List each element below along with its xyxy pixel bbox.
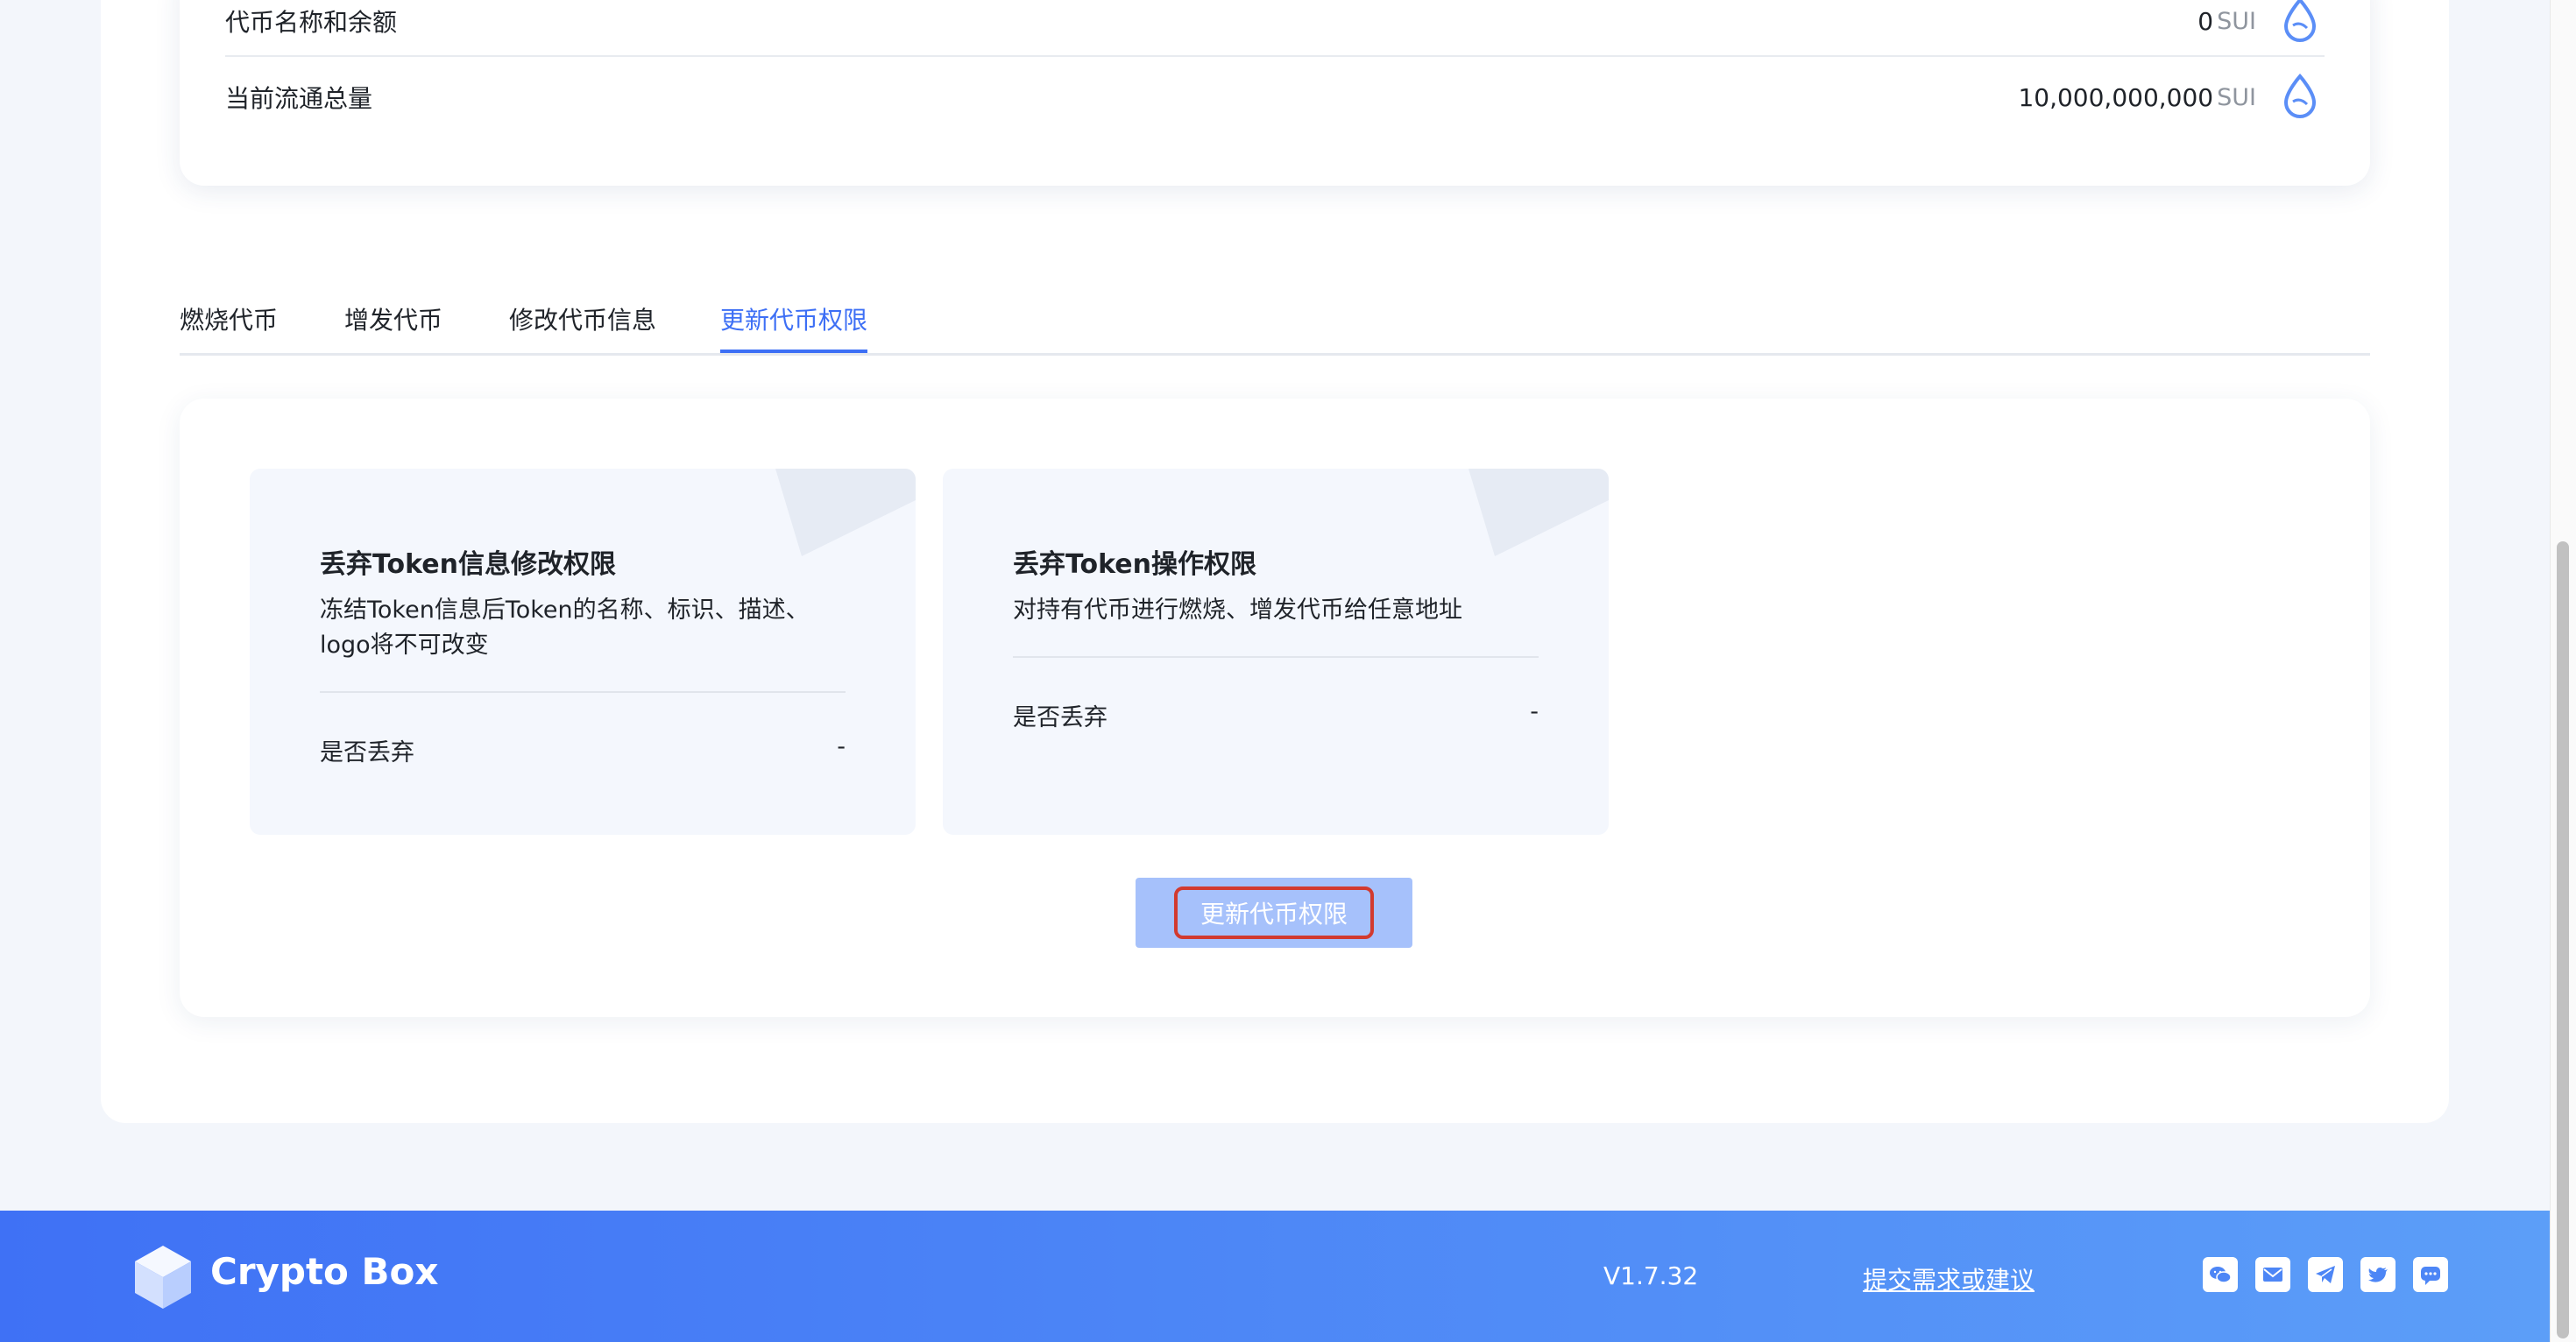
permission-description: 冻结Token信息后Token的名称、标识、描述、logo将不可改变 bbox=[320, 597, 810, 659]
circulating-supply-label: 当前流通总量 bbox=[225, 84, 373, 113]
mail-icon[interactable] bbox=[2255, 1257, 2290, 1292]
permission-description: 对持有代币进行燃烧、增发代币给任意地址 bbox=[1013, 597, 1462, 624]
discard-status-label: 是否丢弃 bbox=[1013, 704, 1108, 731]
app-version: V1.7.32 bbox=[1603, 1261, 1699, 1290]
card-corner-decoration bbox=[775, 469, 916, 556]
crypto-box-logo-icon bbox=[135, 1246, 191, 1309]
scrollbar-thumb[interactable] bbox=[2557, 541, 2569, 1338]
discard-status-value: - bbox=[1530, 698, 1539, 725]
update-permission-button-label: 更新代币权限 bbox=[1173, 886, 1374, 939]
sui-drop-icon bbox=[2283, 0, 2317, 42]
tab-mint-token[interactable]: 增发代币 bbox=[344, 289, 442, 353]
discard-status-row: 是否丢弃 - bbox=[1013, 698, 1539, 732]
circulating-supply-unit: SUI bbox=[2217, 83, 2256, 111]
circulating-supply-value: 10,000,000,000 bbox=[2018, 82, 2214, 112]
footer: Crypto Box V1.7.32 提交需求或建议 bbox=[0, 1211, 2550, 1342]
permission-title: 丢弃Token操作权限 bbox=[1013, 549, 1256, 580]
chat-icon[interactable] bbox=[2413, 1257, 2448, 1292]
permission-title: 丢弃Token信息修改权限 bbox=[320, 549, 616, 580]
token-balance-row: 代币名称和余额 0 SUI bbox=[225, 0, 2325, 57]
divider bbox=[1013, 656, 1539, 658]
circulating-supply-row: 当前流通总量 10,000,000,000 SUI bbox=[225, 62, 2325, 132]
token-balance-label: 代币名称和余额 bbox=[225, 8, 398, 37]
token-balance-unit: SUI bbox=[2217, 7, 2256, 35]
tab-edit-token-info[interactable]: 修改代币信息 bbox=[509, 289, 656, 353]
card-corner-decoration bbox=[1468, 469, 1609, 556]
tab-burn-token[interactable]: 燃烧代币 bbox=[180, 289, 278, 353]
feedback-link[interactable]: 提交需求或建议 bbox=[1863, 1261, 2035, 1296]
wechat-icon[interactable] bbox=[2203, 1257, 2238, 1292]
permission-card-operation[interactable]: 丢弃Token操作权限 对持有代币进行燃烧、增发代币给任意地址 是否丢弃 - bbox=[943, 469, 1609, 835]
permission-card-info[interactable]: 丢弃Token信息修改权限 冻结Token信息后Token的名称、标识、描述、l… bbox=[250, 469, 916, 835]
action-tabs: 燃烧代币 增发代币 修改代币信息 更新代币权限 bbox=[180, 272, 2370, 356]
telegram-icon[interactable] bbox=[2308, 1257, 2343, 1292]
brand-name: Crypto Box bbox=[210, 1250, 439, 1293]
discard-status-value: - bbox=[837, 733, 846, 760]
update-permission-button[interactable]: 更新代币权限 bbox=[1136, 878, 1412, 948]
divider bbox=[320, 691, 846, 693]
page: 代币名称和余额 0 SUI 当前流通总量 10,000,000,000 SUI bbox=[0, 0, 2576, 1342]
discard-status-row: 是否丢弃 - bbox=[320, 733, 846, 767]
token-info-card: 代币名称和余额 0 SUI 当前流通总量 10,000,000,000 SUI bbox=[180, 0, 2370, 186]
token-balance-value: 0 bbox=[2197, 6, 2214, 36]
discard-status-label: 是否丢弃 bbox=[320, 739, 414, 766]
tab-update-token-permission[interactable]: 更新代币权限 bbox=[720, 289, 868, 353]
sui-drop-icon bbox=[2283, 73, 2317, 118]
twitter-icon[interactable] bbox=[2360, 1257, 2396, 1292]
permission-panel: 丢弃Token信息修改权限 冻结Token信息后Token的名称、标识、描述、l… bbox=[180, 399, 2370, 1017]
